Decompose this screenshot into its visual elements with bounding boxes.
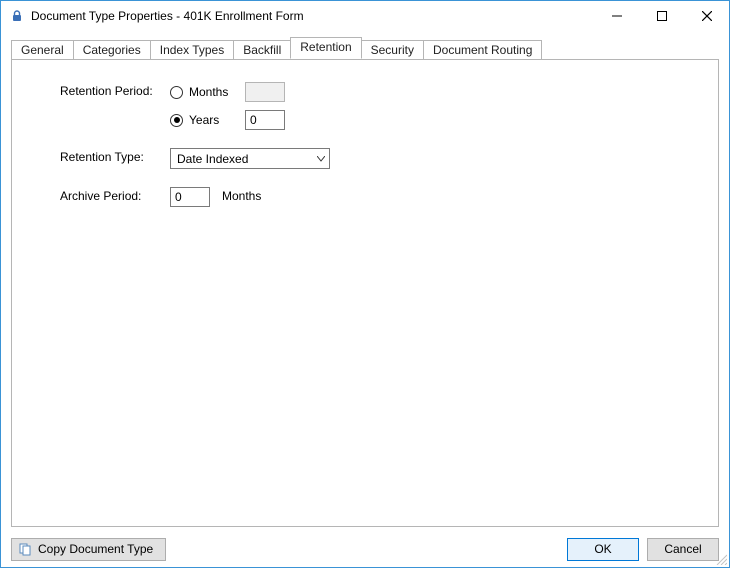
years-label: Years [189,113,239,127]
retention-type-label: Retention Type: [60,148,170,164]
tab-categories[interactable]: Categories [73,40,151,60]
copy-icon [18,542,32,556]
lock-icon [9,8,25,24]
tab-document-routing[interactable]: Document Routing [423,40,542,60]
maximize-button[interactable] [639,2,684,30]
row-archive-period: Archive Period: 0 Months [60,187,702,207]
archive-period-input[interactable]: 0 [170,187,210,207]
retention-type-select[interactable]: Date Indexed [170,148,330,169]
client-area: General Categories Index Types Backfill … [1,31,729,533]
archive-unit-label: Months [222,187,261,203]
resize-grip[interactable] [715,553,727,565]
tabpanel-retention: Retention Period: Months Years 0 Retenti [11,59,719,527]
cancel-button[interactable]: Cancel [647,538,719,561]
row-retention-period: Retention Period: Months Years 0 [60,82,702,130]
tab-general[interactable]: General [11,40,74,60]
copy-button-label: Copy Document Type [38,542,153,556]
minimize-button[interactable] [594,2,639,30]
retention-type-value: Date Indexed [177,152,248,166]
close-button[interactable] [684,2,729,30]
row-retention-type: Retention Type: Date Indexed [60,148,702,169]
window-title: Document Type Properties - 401K Enrollme… [31,9,304,23]
titlebar: Document Type Properties - 401K Enrollme… [1,1,729,31]
tab-security[interactable]: Security [361,40,424,60]
tab-index-types[interactable]: Index Types [150,40,235,60]
retention-period-label: Retention Period: [60,82,170,98]
ok-button[interactable]: OK [567,538,639,561]
chevron-down-icon [317,154,325,164]
retention-period-years-radio[interactable] [170,114,183,127]
months-input[interactable] [245,82,285,102]
bottom-bar: Copy Document Type OK Cancel [1,533,729,567]
tab-backfill[interactable]: Backfill [233,40,291,60]
archive-period-label: Archive Period: [60,187,170,203]
dialog-window: Document Type Properties - 401K Enrollme… [0,0,730,568]
retention-period-months-radio[interactable] [170,86,183,99]
months-label: Months [189,85,239,99]
tabstrip: General Categories Index Types Backfill … [11,37,719,59]
tab-retention[interactable]: Retention [290,37,361,59]
copy-document-type-button[interactable]: Copy Document Type [11,538,166,561]
years-input[interactable]: 0 [245,110,285,130]
